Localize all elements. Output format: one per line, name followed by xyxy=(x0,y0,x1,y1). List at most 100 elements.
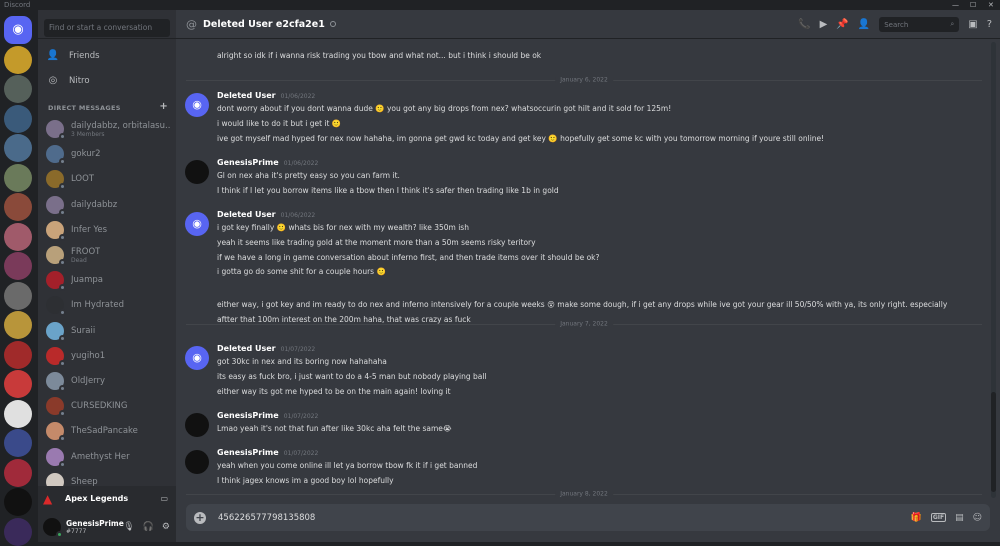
inbox-icon[interactable]: ▣ xyxy=(968,19,977,30)
dm-item[interactable]: OldJerry xyxy=(46,370,170,392)
dm-item[interactable]: Im Hydrated xyxy=(46,294,170,317)
gear-icon[interactable]: ⚙ xyxy=(162,522,170,532)
message-text: ive got myself mad hyped for nex now hah… xyxy=(217,133,825,143)
message-avatar[interactable] xyxy=(185,450,209,474)
close-button[interactable]: ✕ xyxy=(988,0,994,10)
message-avatar[interactable] xyxy=(185,160,209,184)
user-tag: #7777 xyxy=(66,527,87,535)
server-icon[interactable] xyxy=(4,45,32,74)
user-identity: GenesisPrime #7777 xyxy=(66,519,124,535)
message-avatar[interactable]: ◉ xyxy=(185,212,209,236)
dm-name: Juampa xyxy=(71,275,103,286)
find-conversation-input[interactable] xyxy=(44,18,170,37)
activity-bar[interactable]: ▲ Apex Legends ▭ xyxy=(38,486,176,511)
date-divider-label: January 7, 2022 xyxy=(555,320,613,328)
home-button[interactable]: ◉ xyxy=(4,16,32,44)
dm-item[interactable]: yugiho1 xyxy=(46,345,170,367)
dm-name: Suraii xyxy=(71,325,96,336)
message-author[interactable]: Deleted User 01/07/2022 xyxy=(217,344,315,353)
message-text: i would like to do it but i get it 🙂 xyxy=(217,118,342,128)
server-icon[interactable] xyxy=(4,488,32,516)
dm-name: TheSadPancake xyxy=(71,426,138,437)
screen-share-icon[interactable]: ▭ xyxy=(160,494,168,503)
nitro-icon: ◎ xyxy=(48,75,58,86)
server-icon[interactable] xyxy=(4,311,32,339)
server-icon[interactable] xyxy=(4,75,32,103)
date-divider: January 7, 2022 xyxy=(186,320,982,328)
nav-friends[interactable]: 👤 Friends xyxy=(46,46,168,66)
message-text: Lmao yeah it's not that fun after like 3… xyxy=(217,424,452,433)
microphone-icon[interactable]: 🎙 xyxy=(123,522,134,532)
dm-avatar xyxy=(46,220,66,241)
add-friend-icon[interactable]: 👤 xyxy=(858,19,870,30)
server-icon[interactable] xyxy=(4,163,32,192)
dm-header-label: DIRECT MESSAGES xyxy=(48,104,121,112)
dm-item[interactable]: TheSadPancake xyxy=(46,420,170,443)
message-timestamp: 01/06/2022 xyxy=(280,212,316,219)
dm-status xyxy=(59,183,66,191)
server-icon[interactable] xyxy=(4,370,32,398)
dm-item[interactable]: gokur2 xyxy=(46,143,170,166)
scrollbar-thumb[interactable] xyxy=(991,392,996,492)
server-icon[interactable] xyxy=(4,222,32,251)
gift-icon[interactable]: 🎁 xyxy=(911,513,922,523)
server-icon[interactable] xyxy=(4,340,32,369)
server-icon[interactable] xyxy=(4,429,32,457)
server-icon[interactable] xyxy=(4,104,32,133)
message-author[interactable]: GenesisPrime 01/06/2022 xyxy=(217,158,318,167)
headphones-icon[interactable]: 🎧 xyxy=(143,522,154,532)
emoji-icon[interactable]: ☺ xyxy=(973,513,982,523)
dm-status xyxy=(59,233,66,241)
message-avatar[interactable]: ◉ xyxy=(185,93,209,117)
help-icon[interactable]: ? xyxy=(987,19,992,30)
server-icon[interactable] xyxy=(4,134,32,162)
dm-item[interactable]: CURSEDKING xyxy=(46,395,170,418)
dm-item[interactable]: Suraii xyxy=(46,320,170,342)
message-input[interactable] xyxy=(218,512,911,523)
dm-status xyxy=(59,410,66,418)
dm-item[interactable]: dailydabbz, orbitalasu... 3 Members xyxy=(46,118,170,140)
maximize-button[interactable]: ☐ xyxy=(970,0,976,10)
user-avatar[interactable] xyxy=(43,517,63,538)
server-icon[interactable] xyxy=(4,458,32,487)
dm-item[interactable]: LOOT xyxy=(46,168,170,191)
attach-plus-icon[interactable]: + xyxy=(194,511,206,524)
server-icon[interactable] xyxy=(4,517,32,546)
author-name: GenesisPrime xyxy=(217,411,279,420)
dm-item[interactable]: Amethyst Her xyxy=(46,446,170,468)
dm-avatar xyxy=(46,271,66,292)
nav-nitro[interactable]: ◎ Nitro xyxy=(46,71,168,91)
message-avatar[interactable] xyxy=(185,413,209,437)
sticker-icon[interactable]: ▤ xyxy=(955,513,964,523)
dm-subtitle: Dead xyxy=(71,256,87,264)
server-icon[interactable] xyxy=(4,252,32,280)
user-name: GenesisPrime xyxy=(66,518,124,528)
dm-item[interactable]: FROOT Dead xyxy=(46,244,170,266)
dm-item[interactable]: Juampa xyxy=(46,269,170,292)
message-avatar[interactable]: ◉ xyxy=(185,346,209,370)
dm-status xyxy=(59,133,66,140)
dm-item[interactable]: dailydabbz xyxy=(46,194,170,216)
server-icon[interactable] xyxy=(4,193,32,221)
minimize-button[interactable]: — xyxy=(952,0,959,10)
server-icon[interactable] xyxy=(4,399,32,428)
video-call-icon[interactable]: ▶ xyxy=(820,19,828,30)
message-text: aftter that 100m interest on the 200m ha… xyxy=(217,315,471,324)
message-text: if we have a long in game conversation a… xyxy=(217,252,600,262)
scrollbar[interactable] xyxy=(991,42,996,498)
message-author[interactable]: GenesisPrime 01/07/2022 xyxy=(217,448,318,457)
server-icon[interactable] xyxy=(4,281,32,310)
find-conversation-bar xyxy=(38,10,176,39)
message-timestamp: 01/06/2022 xyxy=(283,160,319,167)
create-dm-button[interactable]: + xyxy=(159,102,168,112)
voice-call-icon[interactable]: 📞 xyxy=(798,19,810,30)
message-text: yeah when you come online ill let ya bor… xyxy=(217,461,478,470)
dm-item[interactable]: Infer Yes xyxy=(46,219,170,241)
message-author[interactable]: Deleted User 01/06/2022 xyxy=(217,91,315,100)
gif-button[interactable]: GIF xyxy=(930,513,947,522)
message-author[interactable]: Deleted User 01/06/2022 xyxy=(217,210,315,219)
pin-icon[interactable]: 📌 xyxy=(836,19,848,30)
message-author[interactable]: GenesisPrime 01/07/2022 xyxy=(217,411,318,420)
author-name: Deleted User xyxy=(217,344,276,353)
search-box[interactable]: Search ⌕ xyxy=(879,17,960,32)
